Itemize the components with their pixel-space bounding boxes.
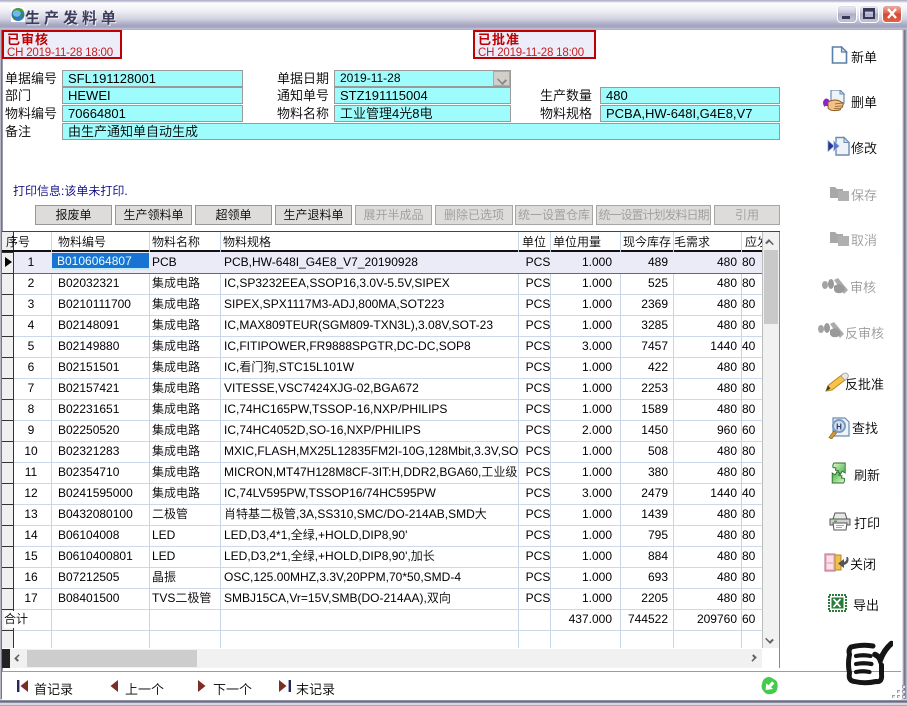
svg-text:H: H — [836, 423, 842, 432]
